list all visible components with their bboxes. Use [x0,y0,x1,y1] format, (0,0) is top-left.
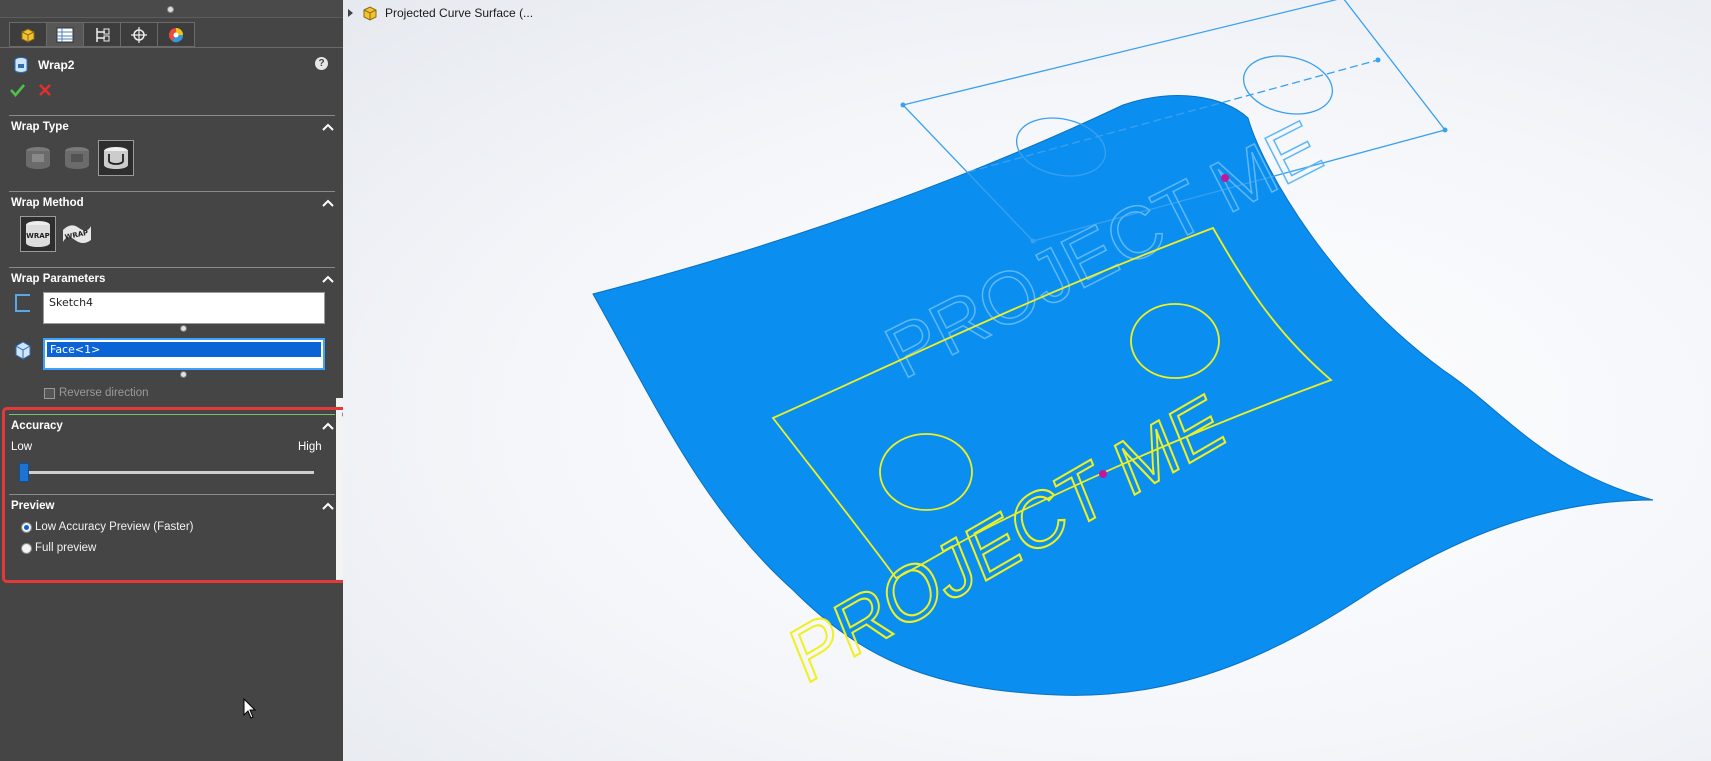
tab-feature-manager[interactable] [9,22,47,47]
vertex-point [1375,57,1381,63]
property-manager-panel: Wrap2 ? Wrap Type Wrap Method WRAP WRAP … [0,0,358,761]
wrap-type-section: Wrap Type [9,115,335,137]
wrap-method-title: Wrap Method [11,196,84,209]
reverse-direction-checkbox[interactable] [44,387,55,399]
graphics-viewport[interactable]: Projected Curve Surface (... PROJECT ME … [343,0,1711,761]
wrap-type-scribe-button[interactable] [98,140,134,176]
face-selection-value: Face<1> [47,342,321,357]
svg-text:WRAP: WRAP [26,232,50,240]
wrap-method-analytical-button[interactable]: WRAP [20,216,56,252]
panel-splitter-handle[interactable] [167,6,174,13]
wrap-cylinder-icon: WRAP [26,221,50,247]
wrap-type-header[interactable]: Wrap Type [9,115,335,137]
tab-configuration-manager[interactable] [83,22,121,47]
feature-title: Wrap2 [38,58,75,72]
feature-manager-icon [21,27,35,43]
vertex-point [900,102,906,108]
wrap-parameters-header[interactable]: Wrap Parameters [9,267,335,289]
wrap-parameters-section: Wrap Parameters [9,267,335,289]
display-manager-icon [169,27,184,42]
wrap-method-spline-button[interactable]: WRAP [59,216,95,252]
feature-header: Wrap2 [12,56,74,74]
reverse-direction-row[interactable]: Reverse direction [44,387,148,399]
chevron-up-icon[interactable] [321,122,335,132]
wrap-type-title: Wrap Type [11,120,69,133]
manager-tabs [9,22,195,47]
property-manager-icon [56,27,74,42]
tab-dimxpert-manager[interactable] [120,22,158,47]
dimxpert-manager-icon [131,26,147,43]
panel-top-bar [0,0,343,18]
vertex-point [1442,127,1448,133]
field-resize-handle[interactable] [180,325,187,332]
source-sketch-field[interactable]: Sketch4 [43,292,325,324]
model-preview: PROJECT ME PROJECT ME [592,0,1654,702]
source-sketch-value: Sketch4 [49,296,94,309]
face-icon [15,341,31,360]
ok-cancel-bar [10,83,52,97]
wrap-type-emboss-button[interactable] [20,140,56,176]
wrap-parameters-title: Wrap Parameters [11,272,106,285]
tab-property-manager[interactable] [46,22,84,47]
chevron-up-icon[interactable] [321,274,335,284]
cancel-button[interactable] [38,83,52,97]
emboss-icon [26,147,50,169]
tabs-divider [0,47,343,48]
field-resize-handle[interactable] [180,371,187,378]
wrap-type-deboss-button[interactable] [59,140,95,176]
face-selection-field[interactable]: Face<1> [43,338,325,370]
wrap-method-section: Wrap Method [9,191,335,213]
tab-display-manager[interactable] [157,22,195,47]
wrap-surface-icon: WRAP [63,225,91,243]
vertex-point [1030,238,1036,244]
scribe-icon [104,147,128,169]
sketch-source-icon [15,294,30,312]
configuration-manager-icon [96,27,110,42]
help-icon[interactable]: ? [315,57,328,70]
drag-handle [1221,174,1229,182]
wrap-method-header[interactable]: Wrap Method [9,191,335,213]
mouse-pointer-icon [243,698,257,719]
chevron-up-icon[interactable] [321,198,335,208]
drag-handle [1099,470,1107,478]
deboss-icon [65,147,89,169]
ok-button[interactable] [10,83,25,97]
wrap-target-surface [592,95,1654,696]
highlight-annotation [2,407,358,583]
wrap-feature-icon [14,57,28,73]
reverse-direction-label: Reverse direction [59,387,149,399]
